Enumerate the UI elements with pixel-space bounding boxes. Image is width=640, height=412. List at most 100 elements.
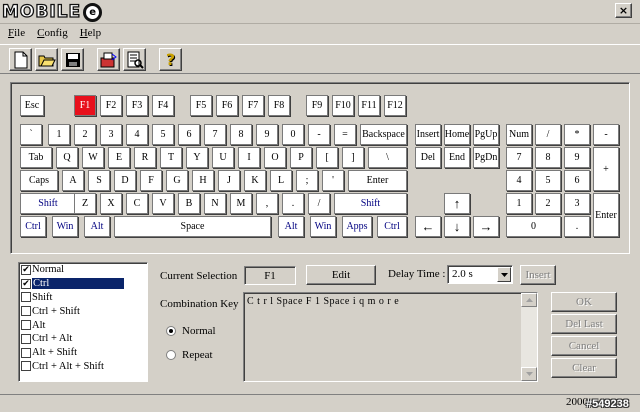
key-backslash[interactable]: \	[368, 147, 407, 168]
key-2[interactable]: 2	[74, 124, 96, 145]
key-h[interactable]: H	[192, 170, 214, 191]
key-w[interactable]: W	[82, 147, 104, 168]
key-1[interactable]: 1	[48, 124, 70, 145]
ok-button[interactable]: OK	[551, 292, 617, 312]
chevron-down-icon[interactable]	[497, 267, 511, 282]
key-f10[interactable]: F10	[332, 95, 354, 116]
key-num-7[interactable]: 7	[506, 147, 532, 168]
key-f11[interactable]: F11	[358, 95, 380, 116]
key-5[interactable]: 5	[152, 124, 174, 145]
close-button[interactable]: ×	[615, 3, 632, 18]
key-y[interactable]: Y	[186, 147, 208, 168]
combination-scrollbar[interactable]	[521, 293, 537, 381]
key-pgup[interactable]: PgUp	[473, 124, 499, 145]
delay-time-select[interactable]: 2.0 s	[447, 265, 513, 284]
key-f8[interactable]: F8	[268, 95, 290, 116]
key-rbracket[interactable]: ]	[342, 147, 364, 168]
key-6[interactable]: 6	[178, 124, 200, 145]
key-shift-left[interactable]: Shift	[20, 193, 76, 214]
key-win-right[interactable]: Win	[310, 216, 336, 237]
key-backtick[interactable]: `	[20, 124, 42, 145]
checkbox[interactable]: ✔	[21, 278, 31, 289]
key-f2[interactable]: F2	[100, 95, 122, 116]
modifier-item[interactable]: ✔ Ctrl	[19, 277, 147, 291]
preview-button[interactable]	[123, 48, 146, 71]
key-num-0[interactable]: 0	[506, 216, 561, 237]
key-arrow-right[interactable]: →	[473, 216, 499, 237]
key-arrow-up[interactable]: ↑	[444, 193, 470, 214]
key-pgdn[interactable]: PgDn	[473, 147, 499, 168]
key-enter[interactable]: Enter	[348, 170, 407, 191]
key-s[interactable]: S	[88, 170, 110, 191]
open-file-button[interactable]	[35, 48, 58, 71]
key-numlock[interactable]: Num	[506, 124, 532, 145]
key-period[interactable]: .	[282, 193, 304, 214]
key-m[interactable]: M	[230, 193, 252, 214]
key-f9[interactable]: F9	[306, 95, 328, 116]
radio-repeat[interactable]: Repeat	[166, 349, 213, 361]
key-num-6[interactable]: 6	[564, 170, 590, 191]
key-4[interactable]: 4	[126, 124, 148, 145]
key-x[interactable]: X	[100, 193, 122, 214]
modifier-item[interactable]: Shift	[19, 291, 147, 305]
clear-button[interactable]: Clear	[551, 358, 617, 378]
key-b[interactable]: B	[178, 193, 200, 214]
key-r[interactable]: R	[134, 147, 156, 168]
menu-file[interactable]: File	[0, 25, 29, 43]
save-button[interactable]	[61, 48, 84, 71]
key-7[interactable]: 7	[204, 124, 226, 145]
key-win-left[interactable]: Win	[52, 216, 78, 237]
key-tab[interactable]: Tab	[20, 147, 52, 168]
key-num-minus[interactable]: -	[593, 124, 619, 145]
key-f7[interactable]: F7	[242, 95, 264, 116]
modifier-item[interactable]: Ctrl + Alt + Shift	[19, 360, 147, 374]
key-f4[interactable]: F4	[152, 95, 174, 116]
key-num-plus[interactable]: +	[593, 147, 619, 191]
key-t[interactable]: T	[160, 147, 182, 168]
key-alt-right[interactable]: Alt	[278, 216, 304, 237]
device-button[interactable]	[97, 48, 120, 71]
key-l[interactable]: L	[270, 170, 292, 191]
key-u[interactable]: U	[212, 147, 234, 168]
key-f5[interactable]: F5	[190, 95, 212, 116]
radio-normal[interactable]: Normal	[166, 325, 216, 337]
key-lbracket[interactable]: [	[316, 147, 338, 168]
key-esc[interactable]: Esc	[20, 95, 44, 116]
key-num-2[interactable]: 2	[535, 193, 561, 214]
key-slash[interactable]: /	[308, 193, 330, 214]
edit-button[interactable]: Edit	[306, 265, 376, 285]
key-end[interactable]: End	[444, 147, 470, 168]
key-backspace[interactable]: Backspace	[360, 124, 407, 145]
checkbox[interactable]	[21, 333, 31, 344]
combination-text-area[interactable]: C t r l Space F 1 Space i q m o r e	[243, 292, 538, 382]
key-num-1[interactable]: 1	[506, 193, 532, 214]
key-semicolon[interactable]: ;	[296, 170, 318, 191]
key-quote[interactable]: '	[322, 170, 344, 191]
key-apps[interactable]: Apps	[342, 216, 372, 237]
key-e[interactable]: E	[108, 147, 130, 168]
key-num-5[interactable]: 5	[535, 170, 561, 191]
key-c[interactable]: C	[126, 193, 148, 214]
key-num-3[interactable]: 3	[564, 193, 590, 214]
menu-help[interactable]: Help	[72, 25, 105, 43]
key-f[interactable]: F	[140, 170, 162, 191]
key-shift-right[interactable]: Shift	[334, 193, 407, 214]
scroll-down-icon[interactable]	[521, 367, 537, 381]
modifier-item[interactable]: Ctrl + Shift	[19, 304, 147, 318]
key-f3[interactable]: F3	[126, 95, 148, 116]
key-k[interactable]: K	[244, 170, 266, 191]
key-9[interactable]: 9	[256, 124, 278, 145]
help-button[interactable]: ?	[159, 48, 182, 71]
checkbox[interactable]	[21, 347, 31, 358]
key-j[interactable]: J	[218, 170, 240, 191]
insert-button[interactable]: Insert	[520, 265, 556, 285]
key-home[interactable]: Home	[444, 124, 470, 145]
key-f12[interactable]: F12	[384, 95, 406, 116]
del-last-button[interactable]: Del Last	[551, 314, 617, 334]
key-a[interactable]: A	[62, 170, 84, 191]
menu-config[interactable]: Config	[29, 25, 72, 43]
key-caps[interactable]: Caps	[20, 170, 58, 191]
modifier-item[interactable]: Alt	[19, 318, 147, 332]
key-0[interactable]: 0	[282, 124, 304, 145]
key-z[interactable]: Z	[74, 193, 96, 214]
